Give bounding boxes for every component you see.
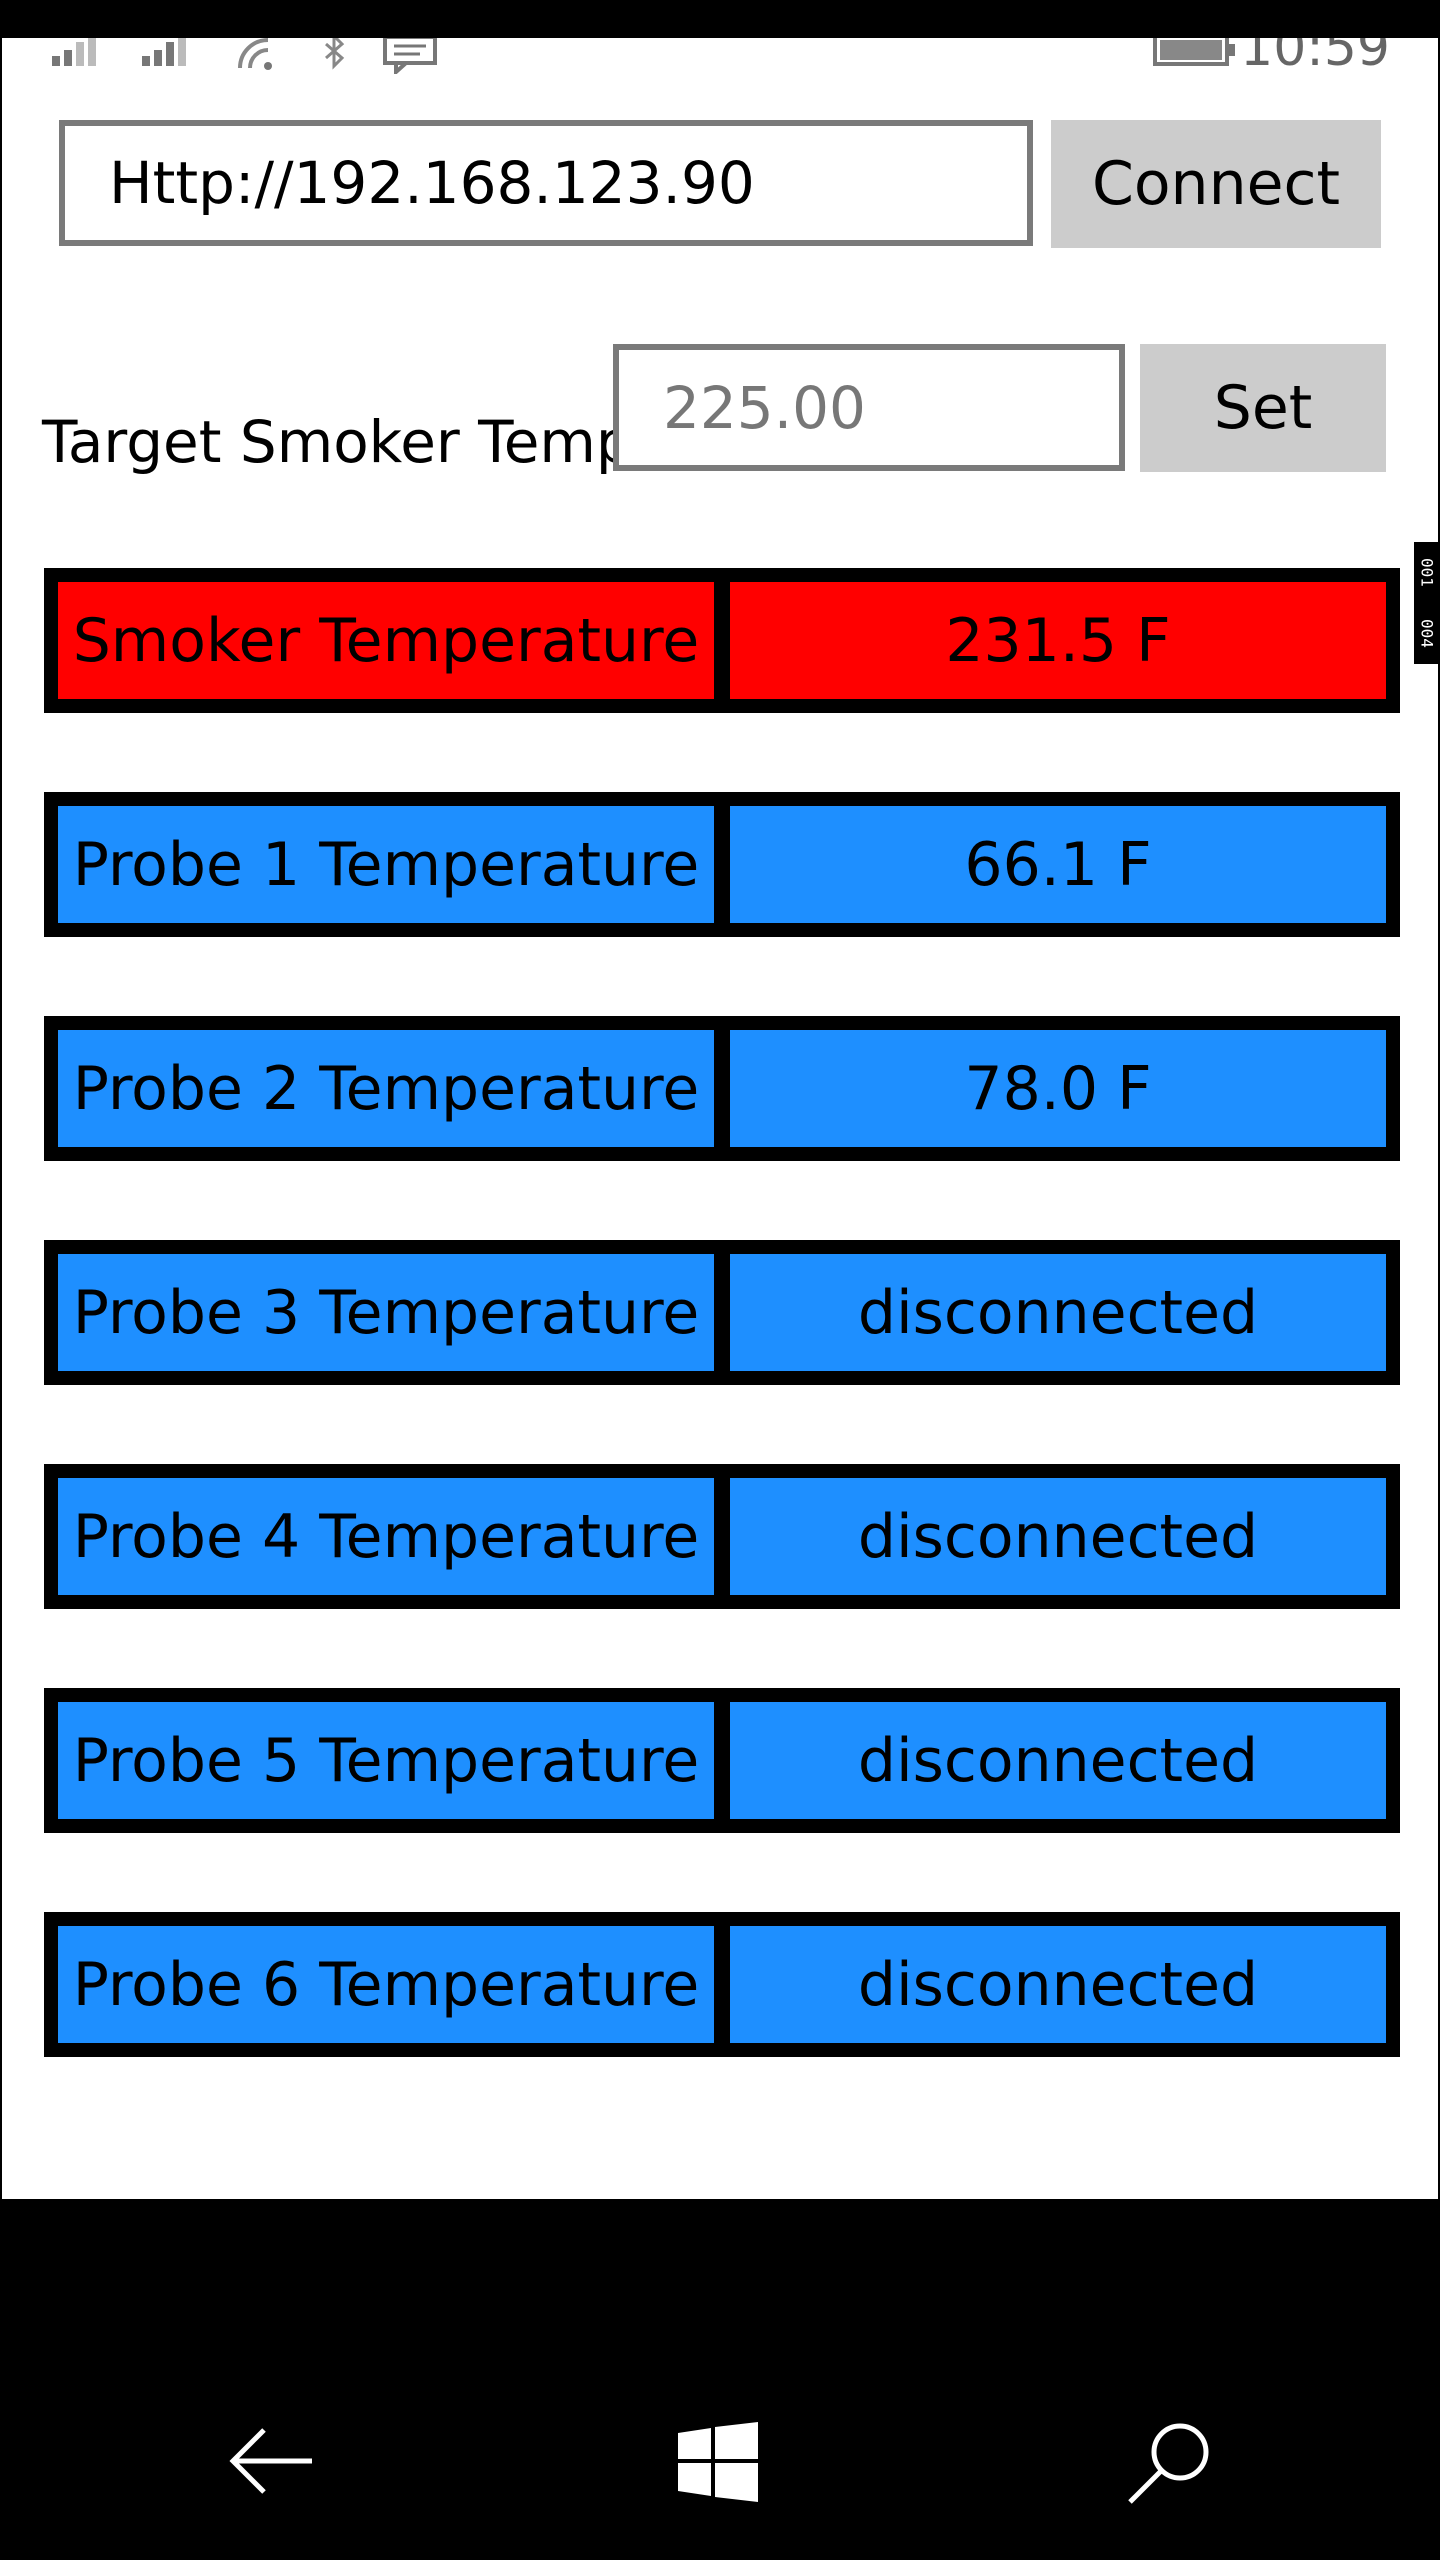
url-input[interactable]: Http://192.168.123.90 <box>59 120 1033 246</box>
clock: 10:59 <box>1240 38 1390 78</box>
signal-strength-2-icon <box>142 38 186 66</box>
reading-value: disconnected <box>730 1254 1386 1371</box>
signal-strength-icon <box>52 38 96 66</box>
back-arrow-icon[interactable] <box>228 2426 316 2496</box>
probe-5-row: Probe 5 Temperature disconnected <box>44 1688 1400 1833</box>
reading-label: Probe 6 Temperature <box>58 1926 714 2043</box>
wifi-icon <box>238 38 272 70</box>
reading-label: Probe 2 Temperature <box>58 1030 714 1147</box>
reading-label: Probe 4 Temperature <box>58 1478 714 1595</box>
side-tab-bottom-text: 004 <box>1417 619 1437 648</box>
reading-label: Smoker Temperature <box>58 582 714 699</box>
reading-value: 78.0 F <box>730 1030 1386 1147</box>
battery-icon <box>1153 38 1235 66</box>
reading-label: Probe 5 Temperature <box>58 1702 714 1819</box>
status-bar: 10:59 <box>2 38 1438 78</box>
search-icon[interactable] <box>1126 2422 1210 2506</box>
side-debug-tab: 001 004 <box>1414 542 1440 664</box>
notification-icon <box>383 38 437 74</box>
probe-4-row: Probe 4 Temperature disconnected <box>44 1464 1400 1609</box>
connect-button[interactable]: Connect <box>1051 120 1381 248</box>
target-temp-input[interactable]: 225.00 <box>613 344 1125 471</box>
app-window: 10:59 Http://192.168.123.90 Connect Targ… <box>2 38 1438 2199</box>
reading-value: 231.5 F <box>730 582 1386 699</box>
probe-2-row: Probe 2 Temperature 78.0 F <box>44 1016 1400 1161</box>
probe-3-row: Probe 3 Temperature disconnected <box>44 1240 1400 1385</box>
windows-start-icon[interactable] <box>678 2422 758 2502</box>
target-temp-label: Target Smoker Temp: <box>42 408 653 476</box>
reading-label: Probe 1 Temperature <box>58 806 714 923</box>
probe-1-row: Probe 1 Temperature 66.1 F <box>44 792 1400 937</box>
reading-value: disconnected <box>730 1926 1386 2043</box>
smoker-temperature-row: Smoker Temperature 231.5 F <box>44 568 1400 713</box>
set-button[interactable]: Set <box>1140 344 1386 472</box>
reading-value: disconnected <box>730 1702 1386 1819</box>
bluetooth-icon <box>325 38 345 70</box>
navigation-bar <box>0 2200 1440 2560</box>
reading-value: 66.1 F <box>730 806 1386 923</box>
probe-6-row: Probe 6 Temperature disconnected <box>44 1912 1400 2057</box>
reading-value: disconnected <box>730 1478 1386 1595</box>
side-tab-top-text: 001 <box>1417 558 1437 587</box>
reading-label: Probe 3 Temperature <box>58 1254 714 1371</box>
